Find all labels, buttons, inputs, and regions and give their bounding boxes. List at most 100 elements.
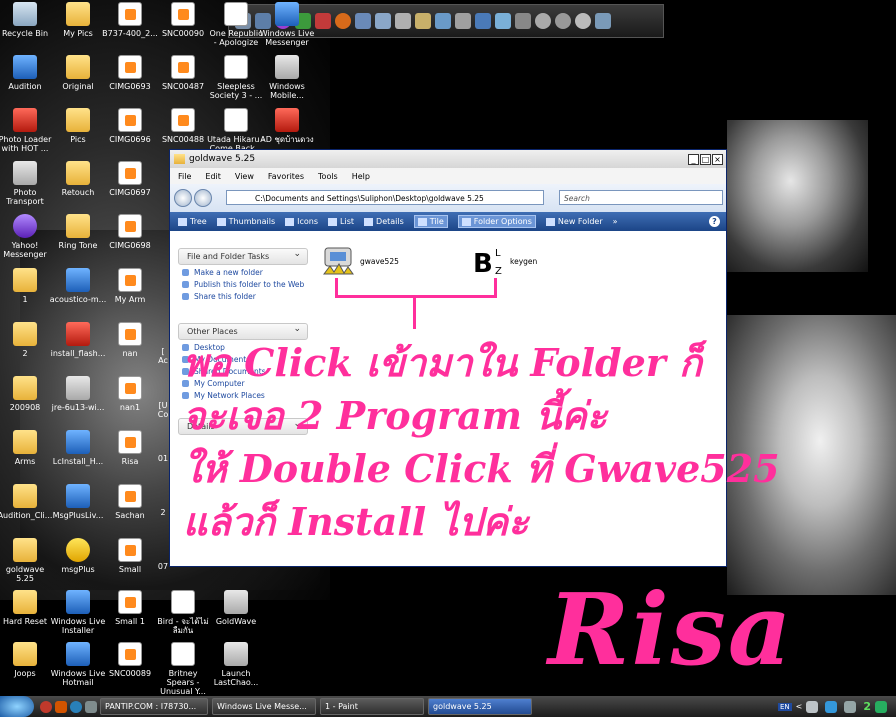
quick-launch-icon[interactable] bbox=[395, 13, 411, 29]
back-button[interactable] bbox=[174, 189, 192, 207]
taskbar-task[interactable]: Windows Live Messe... bbox=[212, 698, 316, 715]
language-indicator[interactable]: EN bbox=[777, 702, 792, 711]
desktop-icon[interactable]: Windows Live Messenger bbox=[258, 2, 316, 47]
desktop-icon[interactable]: AD ชุดบ้านดวง bbox=[258, 108, 316, 144]
desktop-icon[interactable]: GoldWave bbox=[207, 590, 265, 626]
desktop-icon[interactable]: SNC00090 bbox=[154, 2, 212, 38]
quick-launch-icon[interactable] bbox=[595, 13, 611, 29]
desktop-icon[interactable]: MsgPlusLiv... bbox=[49, 484, 107, 520]
maximize-button[interactable]: □ bbox=[700, 153, 711, 165]
quick-launch-icon[interactable] bbox=[435, 13, 451, 29]
new-folder-button[interactable]: New Folder bbox=[545, 217, 603, 226]
desktop-icon[interactable]: Joops bbox=[0, 642, 54, 678]
quick-launch-icon[interactable] bbox=[315, 13, 331, 29]
quick-launch-icon[interactable] bbox=[495, 13, 511, 29]
toolbar-overflow-button[interactable]: » bbox=[613, 217, 618, 226]
quick-launch-icon[interactable] bbox=[70, 700, 82, 713]
quick-launch-icon[interactable] bbox=[355, 13, 371, 29]
forward-button[interactable] bbox=[194, 189, 212, 207]
file-keygen[interactable]: B L Z keygen bbox=[472, 244, 537, 278]
make-new-folder-link[interactable]: Make a new folder bbox=[178, 268, 308, 277]
desktop-icon[interactable]: Audition_Cli... bbox=[0, 484, 54, 520]
quick-launch-icon[interactable] bbox=[85, 700, 97, 713]
menu-file[interactable]: File bbox=[178, 172, 191, 181]
desktop-icon[interactable]: One Republic - Apologize bbox=[207, 2, 265, 47]
desktop-icon[interactable]: msgPlus bbox=[49, 538, 107, 574]
publish-folder-link[interactable]: Publish this folder to the Web bbox=[178, 280, 308, 289]
menu-edit[interactable]: Edit bbox=[205, 172, 221, 181]
help-icon[interactable]: ? bbox=[709, 216, 720, 227]
thumbnails-button[interactable]: Thumbnails bbox=[216, 217, 275, 226]
desktop-icon[interactable]: Utada Hikaru - Come Back... bbox=[207, 108, 265, 153]
quick-launch-icon[interactable] bbox=[40, 700, 52, 713]
desktop-icon[interactable]: My Pics bbox=[49, 2, 107, 38]
menu-view[interactable]: View bbox=[235, 172, 254, 181]
desktop-icon[interactable]: SNC00089 bbox=[101, 642, 159, 678]
quick-launch-icon[interactable] bbox=[375, 13, 391, 29]
desktop-icon[interactable]: SNC00488 bbox=[154, 108, 212, 144]
desktop-icon[interactable]: CIMG0696 bbox=[101, 108, 159, 144]
desktop-icon[interactable]: CIMG0698 bbox=[101, 214, 159, 250]
desktop-icon[interactable]: Bird - จะได้ไม่ ลืมกัน bbox=[154, 590, 212, 635]
desktop-icon[interactable]: Windows Live Installer bbox=[49, 590, 107, 635]
address-bar[interactable]: C:\Documents and Settings\Suliphon\Deskt… bbox=[226, 190, 544, 205]
desktop-icon[interactable]: jre-6u13-wi... bbox=[49, 376, 107, 412]
desktop-icon[interactable]: Audition bbox=[0, 55, 54, 91]
menu-help[interactable]: Help bbox=[352, 172, 370, 181]
start-button[interactable] bbox=[0, 696, 34, 717]
desktop-icon[interactable]: Original bbox=[49, 55, 107, 91]
desktop-icon[interactable]: Recycle Bin bbox=[0, 2, 54, 38]
tray-icon[interactable] bbox=[844, 700, 857, 713]
desktop-icon[interactable]: Photo Transport bbox=[0, 161, 54, 206]
tray-expand-icon[interactable]: < bbox=[796, 702, 803, 711]
file-folder-tasks-header[interactable]: File and Folder Tasks bbox=[178, 247, 308, 265]
file-gwave525[interactable]: gwave525 bbox=[322, 244, 399, 278]
desktop-icon[interactable]: Arms bbox=[0, 430, 54, 466]
desktop-icon[interactable]: Windows Live Hotmail bbox=[49, 642, 107, 687]
desktop-icon[interactable]: Ring Tone bbox=[49, 214, 107, 250]
quick-launch-icon[interactable] bbox=[335, 13, 351, 29]
desktop-icon[interactable]: Launch LastChao... bbox=[207, 642, 265, 687]
quick-launch-icon[interactable] bbox=[515, 13, 531, 29]
desktop-icon[interactable]: LcInstall_H... bbox=[49, 430, 107, 466]
desktop-icon[interactable]: Windows Mobile... bbox=[258, 55, 316, 100]
desktop-icon[interactable]: Pics bbox=[49, 108, 107, 144]
close-button[interactable]: × bbox=[712, 153, 723, 165]
quick-launch-icon[interactable] bbox=[55, 700, 67, 713]
quick-launch-icon[interactable] bbox=[455, 13, 471, 29]
menu-favorites[interactable]: Favorites bbox=[268, 172, 304, 181]
tray-icon[interactable] bbox=[825, 700, 838, 713]
desktop-icon[interactable]: Yahoo! Messenger bbox=[0, 214, 54, 259]
window-titlebar[interactable]: goldwave 5.25 _ □ × bbox=[170, 150, 726, 168]
minimize-button[interactable]: _ bbox=[688, 153, 699, 165]
tray-icon[interactable] bbox=[806, 700, 819, 713]
desktop-icon[interactable]: B737-400_2... bbox=[101, 2, 159, 38]
desktop-icon[interactable]: Photo Loader with HOT ... bbox=[0, 108, 54, 153]
details-button[interactable]: Details bbox=[364, 217, 404, 226]
desktop-icon[interactable]: SNC00487 bbox=[154, 55, 212, 91]
quick-launch-icon[interactable] bbox=[415, 13, 431, 29]
desktop-icon[interactable]: Retouch bbox=[49, 161, 107, 197]
tray-icon[interactable] bbox=[875, 700, 887, 713]
desktop-icon[interactable]: Hard Reset bbox=[0, 590, 54, 626]
taskbar-task[interactable]: PANTIP.COM : I78730... bbox=[100, 698, 208, 715]
icons-button[interactable]: Icons bbox=[285, 217, 318, 226]
desktop-icon[interactable]: Sleepless Society 3 - ... bbox=[207, 55, 265, 100]
desktop-icon[interactable]: acoustico-m... bbox=[49, 268, 107, 304]
desktop-icon[interactable]: 200908 bbox=[0, 376, 54, 412]
quick-launch-icon[interactable] bbox=[555, 13, 571, 29]
taskbar-task-active[interactable]: goldwave 5.25 bbox=[428, 698, 532, 715]
desktop-icon[interactable]: goldwave 5.25 bbox=[0, 538, 54, 583]
search-input[interactable]: Search bbox=[559, 190, 723, 205]
menu-tools[interactable]: Tools bbox=[318, 172, 338, 181]
desktop-icon[interactable]: 1 bbox=[0, 268, 54, 304]
quick-launch-icon[interactable] bbox=[575, 13, 591, 29]
clock[interactable]: 2 bbox=[863, 700, 871, 713]
desktop-icon[interactable]: 2 bbox=[0, 322, 54, 358]
desktop-icon[interactable]: CIMG0693 bbox=[101, 55, 159, 91]
taskbar-task[interactable]: 1 - Paint bbox=[320, 698, 424, 715]
tree-button[interactable]: Tree bbox=[178, 217, 207, 226]
desktop-icon[interactable]: Small 1 bbox=[101, 590, 159, 626]
quick-launch-icon[interactable] bbox=[475, 13, 491, 29]
desktop-icon[interactable]: install_flash... bbox=[49, 322, 107, 358]
